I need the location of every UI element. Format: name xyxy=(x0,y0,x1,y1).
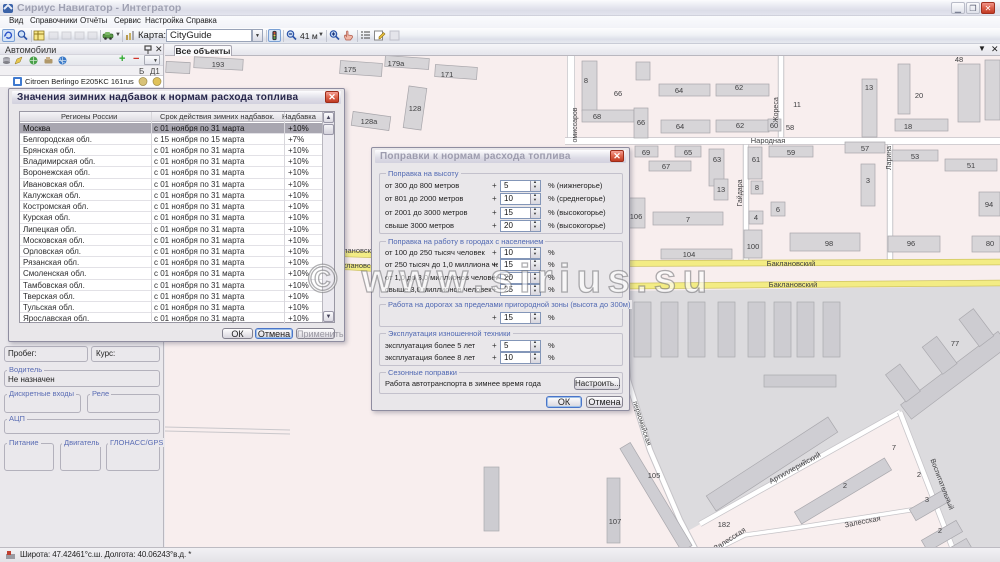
svg-text:3: 3 xyxy=(866,176,870,185)
svg-text:Баклановский: Баклановский xyxy=(769,280,818,289)
svg-text:100: 100 xyxy=(747,242,760,251)
svg-text:62: 62 xyxy=(736,121,744,130)
svg-text:104: 104 xyxy=(683,250,696,259)
svg-text:66: 66 xyxy=(637,118,645,127)
svg-text:6: 6 xyxy=(776,205,780,214)
svg-text:59: 59 xyxy=(787,148,795,157)
svg-text:182: 182 xyxy=(718,520,731,529)
svg-text:175: 175 xyxy=(344,65,357,74)
svg-text:48: 48 xyxy=(955,56,963,64)
svg-text:96: 96 xyxy=(907,239,915,248)
svg-text:2: 2 xyxy=(917,470,921,479)
svg-text:77: 77 xyxy=(951,339,959,348)
svg-text:69: 69 xyxy=(642,148,650,157)
svg-text:20: 20 xyxy=(915,91,923,100)
svg-text:106: 106 xyxy=(630,212,643,221)
svg-text:53: 53 xyxy=(911,152,919,161)
svg-text:2: 2 xyxy=(843,481,847,490)
svg-text:13: 13 xyxy=(865,83,873,92)
svg-text:3: 3 xyxy=(925,495,929,504)
svg-text:107: 107 xyxy=(609,517,622,526)
svg-text:171: 171 xyxy=(441,70,454,79)
svg-text:Народная: Народная xyxy=(751,136,786,145)
svg-text:98: 98 xyxy=(825,239,833,248)
svg-text:Баклановский: Баклановский xyxy=(767,259,816,268)
svg-text:4: 4 xyxy=(754,213,758,222)
svg-text:57: 57 xyxy=(861,144,869,153)
svg-text:128: 128 xyxy=(409,104,422,113)
svg-text:63: 63 xyxy=(713,155,721,164)
svg-text:омиссаров: омиссаров xyxy=(572,107,579,142)
svg-text:8: 8 xyxy=(584,76,588,85)
svg-text:7: 7 xyxy=(892,443,896,452)
svg-text:Гайдара: Гайдара xyxy=(736,179,744,206)
svg-text:94: 94 xyxy=(985,200,993,209)
svg-text:64: 64 xyxy=(675,86,683,95)
svg-text:58: 58 xyxy=(786,123,794,132)
svg-text:68: 68 xyxy=(593,112,601,121)
svg-text:2: 2 xyxy=(938,526,942,535)
svg-text:7: 7 xyxy=(686,215,690,224)
svg-text:61: 61 xyxy=(752,155,760,164)
svg-text:Жореса: Жореса xyxy=(773,97,780,123)
svg-text:128а: 128а xyxy=(361,117,379,126)
svg-text:80: 80 xyxy=(986,239,994,248)
svg-text:179а: 179а xyxy=(388,59,406,68)
svg-text:193: 193 xyxy=(212,60,225,69)
svg-text:13: 13 xyxy=(717,185,725,194)
svg-text:64: 64 xyxy=(676,122,684,131)
svg-text:67: 67 xyxy=(662,162,670,171)
svg-text:66: 66 xyxy=(614,89,622,98)
svg-text:62: 62 xyxy=(735,83,743,92)
svg-text:11: 11 xyxy=(793,100,801,109)
svg-text:51: 51 xyxy=(967,161,975,170)
svg-text:18: 18 xyxy=(904,122,912,131)
svg-text:Ларина: Ларина xyxy=(886,146,893,170)
svg-text:8: 8 xyxy=(755,183,759,192)
svg-text:105: 105 xyxy=(648,471,661,480)
svg-text:65: 65 xyxy=(684,148,692,157)
